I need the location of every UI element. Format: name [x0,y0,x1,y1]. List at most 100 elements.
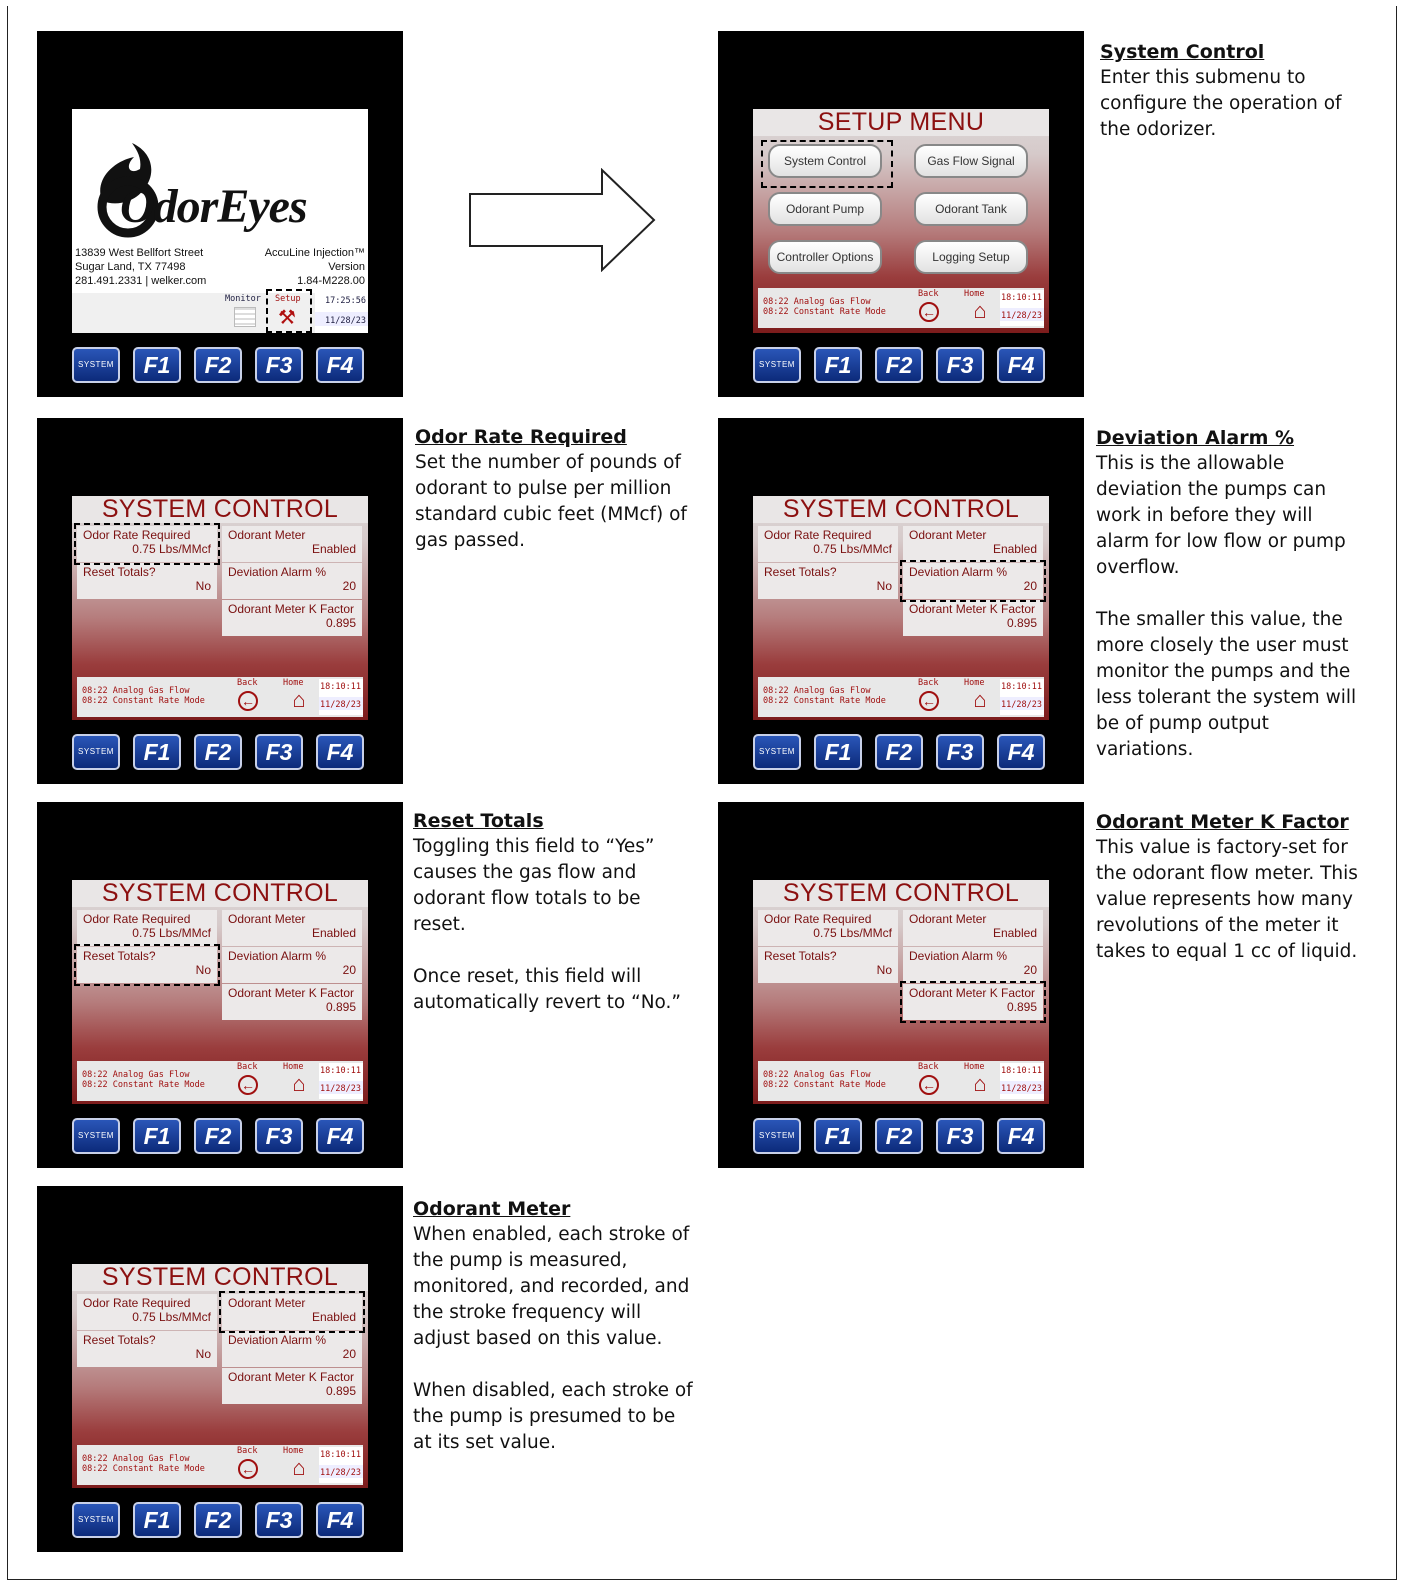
f2-key[interactable]: F2 [875,734,923,770]
back-arrow-icon[interactable]: ← [919,1075,939,1095]
home-icon[interactable]: ⌂ [969,689,991,711]
home-icon[interactable]: ⌂ [969,1073,991,1095]
splash-date: 11/28/23 [315,312,368,326]
f3-key[interactable]: F3 [936,734,984,770]
odor-rate-label: Odor Rate Required [83,912,191,926]
f3-key[interactable]: F3 [936,1118,984,1154]
system-control-title: SYSTEM CONTROL [72,880,368,907]
odorant-pump-button[interactable]: Odorant Pump [768,192,882,226]
home-icon[interactable]: ⌂ [969,300,991,322]
system-control-screen: SYSTEM CONTROL Odor Rate Required 0.75 L… [753,496,1049,720]
status-message-1: 08:22 Analog Gas Flow [763,686,871,696]
f4-key[interactable]: F4 [316,734,364,770]
odorant-meter-label: Odorant Meter [228,912,306,926]
status-message-2: 08:22 Constant Rate Mode [82,1080,205,1090]
monitor-icon[interactable] [234,307,256,327]
reset-totals-field[interactable]: Reset Totals? No [758,563,898,599]
kfactor-label: Odorant Meter K Factor [228,986,355,1000]
f4-key[interactable]: F4 [316,347,364,383]
f2-key[interactable]: F2 [194,1502,242,1538]
product-info: AccuLine Injection™ Version 1.84-M228.00 [265,246,365,288]
f3-key[interactable]: F3 [255,347,303,383]
f1-key[interactable]: F1 [814,1118,862,1154]
system-key[interactable]: SYSTEM [753,347,801,383]
status-message-1: 08:22 Analog Gas Flow [82,1454,190,1464]
system-key[interactable]: SYSTEM [72,1118,120,1154]
odor-rate-field[interactable]: Odor Rate Required 0.75 Lbs/MMcf [77,1294,217,1330]
odor-rate-value: 0.75 Lbs/MMcf [132,926,211,940]
f1-key[interactable]: F1 [814,347,862,383]
kfactor-field[interactable]: Odorant Meter K Factor 0.895 [222,600,362,636]
system-key[interactable]: SYSTEM [72,734,120,770]
back-arrow-icon[interactable]: ← [919,691,939,711]
deviation-alarm-value: 20 [342,1347,356,1361]
f3-key[interactable]: F3 [255,1118,303,1154]
system-key[interactable]: SYSTEM [753,734,801,770]
function-keys: SYSTEM F1 F2 F3 F4 [753,347,1053,385]
reset-totals-field[interactable]: Reset Totals? No [758,947,898,983]
back-arrow-icon[interactable]: ← [238,1075,258,1095]
version-number: 1.84-M228.00 [297,275,365,287]
odorant-meter-field[interactable]: Odorant Meter Enabled [903,910,1043,946]
f4-key[interactable]: F4 [316,1118,364,1154]
company-address: 13839 West Bellfort Street Sugar Land, T… [75,246,206,288]
kfactor-field[interactable]: Odorant Meter K Factor 0.895 [903,600,1043,636]
status-clock: 18:10:11 11/28/23 [1000,1063,1044,1099]
system-control-highlight [761,140,893,188]
kfactor-field[interactable]: Odorant Meter K Factor 0.895 [222,984,362,1020]
controller-options-button[interactable]: Controller Options [768,240,882,274]
f1-key[interactable]: F1 [133,347,181,383]
gas-flow-signal-button[interactable]: Gas Flow Signal [914,144,1028,178]
status-bar: 08:22 Analog Gas Flow 08:22 Constant Rate… [758,288,1044,328]
desc-deviation: Deviation Alarm % This is the allowable … [1096,425,1371,789]
odor-rate-field[interactable]: Odor Rate Required 0.75 Lbs/MMcf [758,526,898,562]
odorant-meter-label: Odorant Meter [228,528,306,542]
back-arrow-icon[interactable]: ← [238,1459,258,1479]
odor-rate-field[interactable]: Odor Rate Required 0.75 Lbs/MMcf [758,910,898,946]
deviation-alarm-field[interactable]: Deviation Alarm % 20 [222,563,362,599]
address-line-1: 13839 West Bellfort Street [75,247,204,259]
odor-rate-field[interactable]: Odor Rate Required 0.75 Lbs/MMcf [77,910,217,946]
f4-key[interactable]: F4 [997,734,1045,770]
f2-key[interactable]: F2 [194,347,242,383]
f1-key[interactable]: F1 [133,734,181,770]
system-key[interactable]: SYSTEM [72,1502,120,1538]
status-time: 18:10:11 [1001,682,1042,692]
status-date: 11/28/23 [319,1081,363,1094]
home-icon[interactable]: ⌂ [288,689,310,711]
reset-totals-value: No [195,579,211,593]
f1-key[interactable]: F1 [133,1118,181,1154]
system-key[interactable]: SYSTEM [753,1118,801,1154]
kfactor-field[interactable]: Odorant Meter K Factor 0.895 [222,1368,362,1404]
odorant-meter-field[interactable]: Odorant Meter Enabled [222,910,362,946]
f2-key[interactable]: F2 [875,347,923,383]
odorant-tank-button[interactable]: Odorant Tank [914,192,1028,226]
f1-key[interactable]: F1 [814,734,862,770]
reset-totals-field[interactable]: Reset Totals? No [77,1331,217,1367]
home-icon[interactable]: ⌂ [288,1457,310,1479]
home-icon[interactable]: ⌂ [288,1073,310,1095]
f4-key[interactable]: F4 [997,347,1045,383]
f2-key[interactable]: F2 [194,1118,242,1154]
odorant-meter-field[interactable]: Odorant Meter Enabled [903,526,1043,562]
deviation-alarm-field[interactable]: Deviation Alarm % 20 [903,947,1043,983]
system-key[interactable]: SYSTEM [72,347,120,383]
f3-key[interactable]: F3 [255,734,303,770]
odor-rate-label: Odor Rate Required [83,1296,191,1310]
f4-key[interactable]: F4 [997,1118,1045,1154]
reset-totals-field[interactable]: Reset Totals? No [77,563,217,599]
back-arrow-icon[interactable]: ← [919,302,939,322]
f4-key[interactable]: F4 [316,1502,364,1538]
deviation-alarm-field[interactable]: Deviation Alarm % 20 [222,1331,362,1367]
deviation-alarm-field[interactable]: Deviation Alarm % 20 [222,947,362,983]
back-label: Back [237,1062,258,1072]
f3-key[interactable]: F3 [255,1502,303,1538]
f1-key[interactable]: F1 [133,1502,181,1538]
logging-setup-button[interactable]: Logging Setup [914,240,1028,274]
desc-system-control-body: Enter this submenu to configure the oper… [1100,67,1342,140]
f3-key[interactable]: F3 [936,347,984,383]
f2-key[interactable]: F2 [194,734,242,770]
odorant-meter-field[interactable]: Odorant Meter Enabled [222,526,362,562]
back-arrow-icon[interactable]: ← [238,691,258,711]
f2-key[interactable]: F2 [875,1118,923,1154]
